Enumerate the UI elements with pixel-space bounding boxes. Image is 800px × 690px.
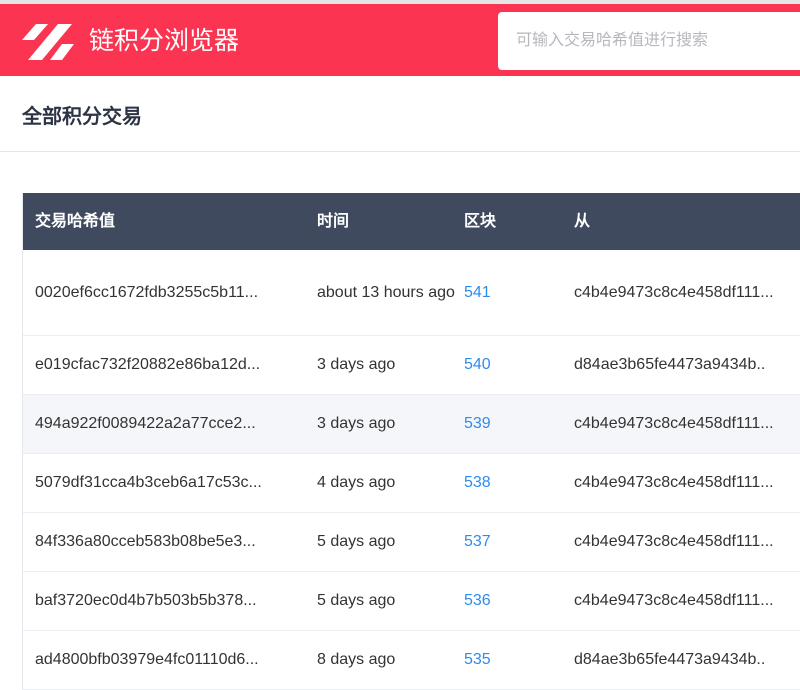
table-row[interactable]: baf3720ec0d4b7b503b5b378... 5 days ago 5… [23, 572, 800, 631]
column-header-from: 从 [574, 212, 591, 230]
from-address: c4b4e9473c8c4e458df111... [574, 283, 774, 301]
from-address: c4b4e9473c8c4e458df111... [574, 415, 774, 432]
from-address: d84ae3b65fe4473a9434b.. [574, 651, 766, 668]
tx-time: 3 days ago [317, 415, 396, 432]
tx-time: 4 days ago [317, 474, 396, 491]
block-link[interactable]: 539 [464, 410, 491, 438]
table-row[interactable]: 0020ef6cc1672fdb3255c5b11... about 13 ho… [23, 250, 800, 336]
tx-time: 5 days ago [317, 533, 396, 550]
tx-hash[interactable]: e019cfac732f20882e86ba12d... [35, 336, 260, 394]
tx-hash[interactable]: 5079df31cca4b3ceb6a17c53c... [35, 454, 262, 512]
divider [0, 151, 800, 152]
table-row[interactable]: e019cfac732f20882e86ba12d... 3 days ago … [23, 336, 800, 395]
from-address: c4b4e9473c8c4e458df111... [574, 533, 774, 550]
table-row[interactable]: 494a922f0089422a2a77cce2... 3 days ago 5… [23, 395, 800, 454]
app-header: 链积分浏览器 [0, 4, 800, 76]
brand-title: 链积分浏览器 [89, 27, 240, 55]
column-header-time: 时间 [317, 212, 350, 230]
block-link[interactable]: 541 [464, 279, 491, 307]
block-link[interactable]: 540 [464, 351, 491, 379]
tx-time: 8 days ago [317, 651, 396, 668]
tx-hash[interactable]: 84f336a80cceb583b08be5e3... [35, 513, 256, 571]
column-header-block: 区块 [464, 212, 497, 230]
from-address: c4b4e9473c8c4e458df111... [574, 592, 774, 609]
tx-hash[interactable]: 494a922f0089422a2a77cce2... [35, 395, 256, 453]
transactions-table: 交易哈希值 时间 区块 从 0020ef6cc1672fdb3255c5b11.… [22, 193, 800, 690]
table-row[interactable]: ad4800bfb03979e4fc01110d6... 8 days ago … [23, 631, 800, 690]
tx-hash[interactable]: 0020ef6cc1672fdb3255c5b11... [35, 250, 258, 335]
page-title: 全部积分交易 [22, 106, 142, 128]
block-link[interactable]: 538 [464, 469, 491, 497]
from-address: c4b4e9473c8c4e458df111... [574, 474, 774, 491]
tx-time: 3 days ago [317, 356, 396, 373]
tx-hash[interactable]: ad4800bfb03979e4fc01110d6... [35, 631, 259, 689]
block-link[interactable]: 535 [464, 646, 491, 674]
logo-icon [22, 24, 74, 60]
table-row[interactable]: 84f336a80cceb583b08be5e3... 5 days ago 5… [23, 513, 800, 572]
tx-time: about 13 hours ago [317, 283, 455, 301]
tx-hash[interactable]: baf3720ec0d4b7b503b5b378... [35, 572, 257, 630]
table-header: 交易哈希值 时间 区块 从 [23, 193, 800, 250]
column-header-hash: 交易哈希值 [35, 212, 116, 230]
tx-time: 5 days ago [317, 592, 396, 609]
from-address: d84ae3b65fe4473a9434b.. [574, 356, 766, 373]
block-link[interactable]: 537 [464, 528, 491, 556]
search-input[interactable] [498, 12, 800, 70]
table-row[interactable]: 5079df31cca4b3ceb6a17c53c... 4 days ago … [23, 454, 800, 513]
block-link[interactable]: 536 [464, 587, 491, 615]
